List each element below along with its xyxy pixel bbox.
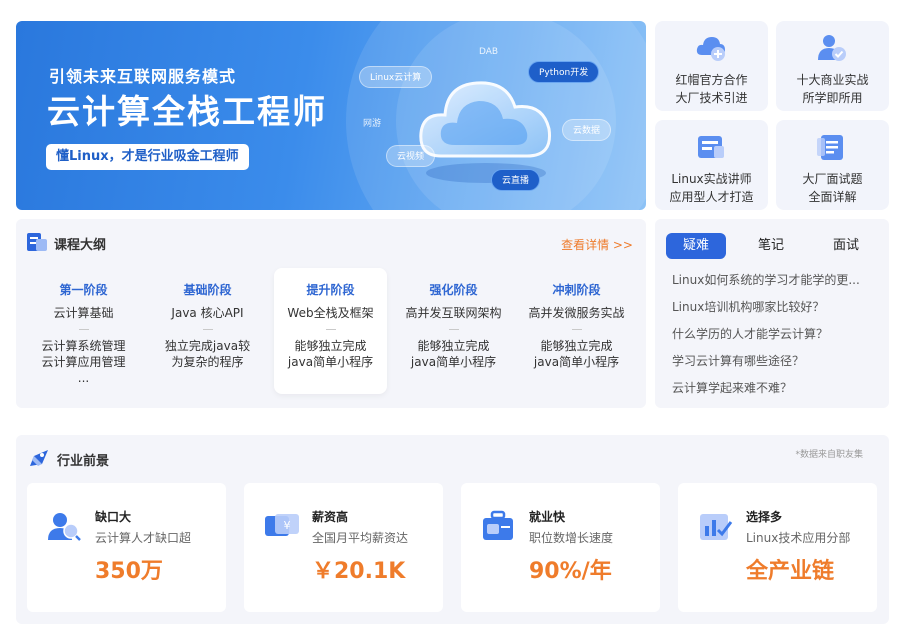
course-stage[interactable]: 第一阶段 云计算基础 云计算系统管理 云计算应用管理 ... [27, 268, 140, 394]
svg-text:¥: ¥ [284, 519, 291, 532]
outline-title: 课程大纲 [54, 238, 107, 253]
view-details-link[interactable]: 查看详情 >> [561, 236, 633, 253]
banner-tag: 云直播 [491, 169, 541, 191]
stage-desc: 能够独立完成 java简单小程序 [287, 339, 374, 369]
id-card-icon [694, 132, 728, 162]
stat-desc: 职位数增长速度 [529, 531, 614, 545]
stat-card: ¥ 薪资高 全国月平均薪资达 ￥20.1K [244, 483, 443, 612]
stat-title: 薪资高 [312, 510, 349, 524]
stage-name: 基础阶段 [183, 283, 232, 297]
feature-text: 红帽官方合作 大厂技术引进 [675, 73, 748, 105]
stat-card: 就业快 职位数增长速度 90%/年 [461, 483, 660, 612]
rocket-icon [28, 448, 50, 472]
stage-name: 冲刺阶段 [552, 283, 601, 297]
stage-desc: 云计算系统管理 云计算应用管理 ... [41, 339, 126, 385]
feature-card[interactable]: 十大商业实战 所学即所用 [776, 21, 889, 111]
faq-question-link[interactable]: Linux培训机构哪家比较好？ [672, 298, 872, 315]
banner-tag: 云视频 [386, 145, 436, 167]
banner-tag: Python开发 [528, 61, 600, 83]
banner-tag: 网游 [363, 119, 382, 129]
course-stage-active[interactable]: 提升阶段 Web全栈及框架 能够独立完成 java简单小程序 [274, 268, 387, 394]
user-check-icon [815, 33, 849, 63]
course-stage[interactable]: 强化阶段 高并发互联网架构 能够独立完成 java简单小程序 [397, 268, 510, 394]
feature-text: 大厂面试题 全面详解 [802, 172, 863, 204]
feature-card[interactable]: 红帽官方合作 大厂技术引进 [655, 21, 768, 111]
data-source-note: *数据来自职友集 [795, 450, 863, 460]
stage-topic: Java 核心API [171, 306, 244, 320]
stat-title: 选择多 [746, 510, 783, 524]
cloud-plus-icon [694, 33, 728, 63]
document-list-icon [815, 132, 849, 162]
stage-name: 强化阶段 [429, 283, 478, 297]
stage-topic: Web全栈及框架 [287, 306, 374, 320]
stat-value: ￥20.1K [312, 559, 406, 584]
faq-question-link[interactable]: 什么学历的人才能学云计算？ [672, 325, 872, 342]
industry-prospects-panel: 行业前景 *数据来自职友集 缺口大 云计算人才缺口超 350万 ¥ 薪资高 全国… [16, 435, 889, 624]
stat-value: 90%/年 [529, 559, 612, 584]
stat-card: 缺口大 云计算人才缺口超 350万 [27, 483, 226, 612]
tab-notes[interactable]: 笔记 [741, 233, 801, 259]
stat-desc: Linux技术应用分部 [746, 531, 851, 545]
faq-question-link[interactable]: Linux如何系统的学习才能学的更... [672, 271, 872, 288]
stat-card: 选择多 Linux技术应用分部 全产业链 [678, 483, 877, 612]
stage-name: 提升阶段 [306, 283, 355, 297]
feature-card[interactable]: 大厂面试题 全面详解 [776, 120, 889, 210]
divider [325, 329, 336, 330]
yen-card-icon: ¥ [264, 510, 300, 542]
tab-difficulties[interactable]: 疑难 [666, 233, 726, 259]
stage-desc: 能够独立完成 java简单小程序 [533, 339, 620, 369]
divider [202, 329, 213, 330]
course-stage[interactable]: 基础阶段 Java 核心API 独立完成java较 为复杂的程序 [151, 268, 264, 394]
divider [78, 329, 89, 330]
tab-interview[interactable]: 面试 [816, 233, 876, 259]
briefcase-icon [481, 510, 517, 542]
faq-question-link[interactable]: 云计算学起来难不难？ [672, 379, 872, 396]
feature-text: Linux实战讲师 应用型人才打造 [669, 172, 754, 204]
outline-icon [27, 233, 47, 255]
stat-desc: 全国月平均薪资达 [312, 531, 409, 545]
stat-desc: 云计算人才缺口超 [95, 531, 192, 545]
stat-title: 就业快 [529, 510, 566, 524]
stage-name: 第一阶段 [59, 283, 108, 297]
stage-desc: 能够独立完成 java简单小程序 [410, 339, 497, 369]
stage-topic: 云计算基础 [53, 306, 114, 320]
stat-value: 350万 [95, 559, 163, 584]
banner-tag: DAB [479, 47, 499, 57]
feature-card[interactable]: Linux实战讲师 应用型人才打造 [655, 120, 768, 210]
stat-title: 缺口大 [95, 510, 132, 524]
faq-panel: 疑难 笔记 面试 Linux如何系统的学习才能学的更... Linux培训机构哪… [655, 219, 889, 408]
divider [448, 329, 459, 330]
stage-topic: 高并发互联网架构 [405, 306, 502, 320]
stat-value: 全产业链 [746, 559, 835, 584]
feature-text: 十大商业实战 所学即所用 [796, 73, 869, 105]
faq-question-link[interactable]: 学习云计算有哪些途径？ [672, 352, 872, 369]
industry-title: 行业前景 [57, 454, 110, 469]
course-stage[interactable]: 冲刺阶段 高并发微服务实战 能够独立完成 java简单小程序 [520, 268, 633, 394]
stage-topic: 高并发微服务实战 [528, 306, 625, 320]
banner-tag: 云数据 [562, 119, 612, 141]
banner-tag: Linux云计算 [359, 66, 433, 88]
banner-title: 云计算全栈工程师 [47, 92, 327, 131]
banner-subtitle: 引领未来互联网服务模式 [49, 67, 237, 86]
banner-slogan: 懂Linux，才是行业吸金工程师 [46, 144, 249, 170]
course-outline-panel: 课程大纲 查看详情 >> 第一阶段 云计算基础 云计算系统管理 云计算应用管理 … [16, 219, 646, 408]
chart-check-icon [698, 510, 734, 542]
hero-banner[interactable]: 引领未来互联网服务模式 云计算全栈工程师 懂Linux，才是行业吸金工程师 DA… [16, 21, 646, 210]
divider [571, 329, 582, 330]
stage-desc: 独立完成java较 为复杂的程序 [164, 339, 251, 369]
search-person-icon [47, 510, 83, 542]
